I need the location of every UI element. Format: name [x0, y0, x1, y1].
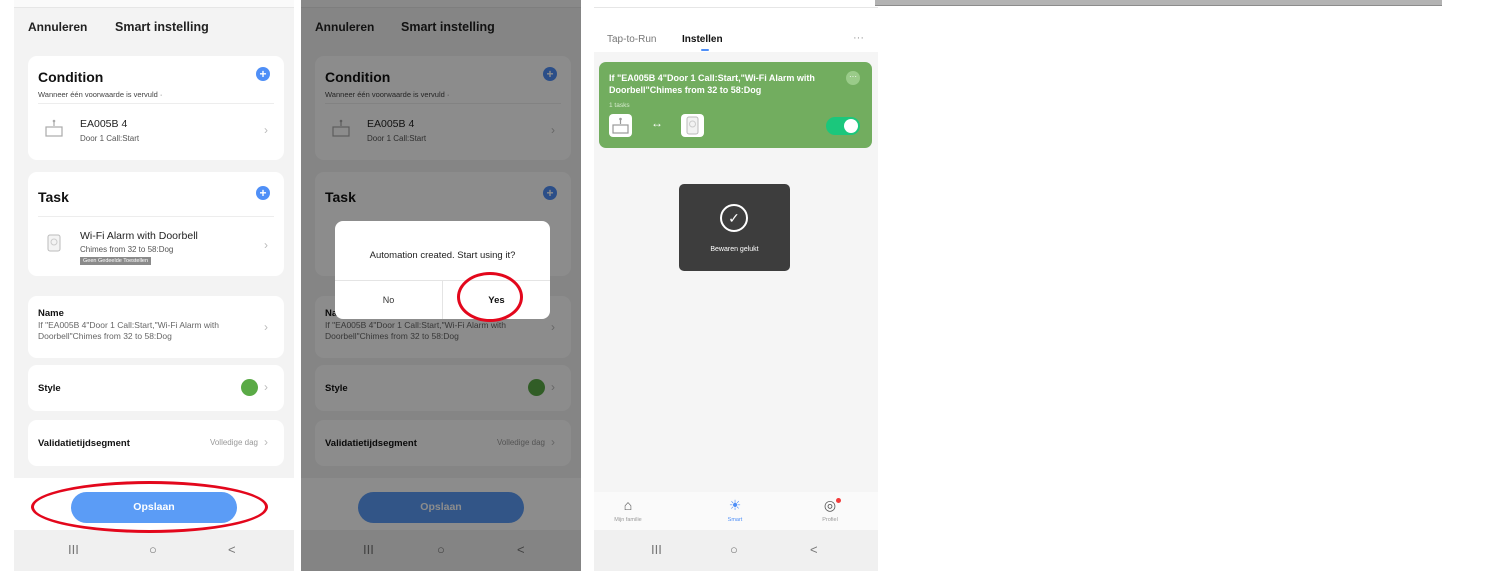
add-task-button[interactable]: + [256, 186, 270, 200]
system-nav-bar: III ○ < [14, 530, 294, 571]
add-condition-button[interactable]: + [256, 67, 270, 81]
chevron-right-icon: › [264, 320, 268, 334]
notification-dot [836, 498, 841, 503]
shared-devices-tag: Geen Gedeelde Toestellen [80, 257, 152, 265]
success-toast: ✓ Bewaren gelukt [679, 184, 790, 271]
home-icon[interactable]: ○ [730, 542, 738, 557]
no-button[interactable]: No [335, 295, 442, 305]
chevron-right-icon: › [264, 435, 268, 449]
header: Annuleren Smart instelling [14, 8, 294, 44]
validity-value: Volledige dag [209, 438, 258, 447]
chevron-right-icon: › [264, 238, 268, 252]
status-strip [594, 0, 878, 8]
automation-task-count: 1 tasks [609, 102, 630, 109]
dialog-message: Automation created. Start using it? [369, 250, 516, 261]
checkmark-icon: ✓ [720, 204, 748, 232]
style-row[interactable]: Style › [28, 365, 284, 411]
name-label: Name [38, 308, 64, 319]
back-icon[interactable]: < [228, 542, 236, 557]
task-title: Task [38, 189, 69, 205]
active-tab-indicator [701, 49, 709, 51]
doorbell-device-icon [681, 114, 704, 137]
tab-instellen[interactable]: Instellen [682, 34, 723, 45]
tab-smart[interactable]: ☀ Smart [705, 496, 765, 523]
tab-label: Mijn familie [614, 517, 642, 523]
name-row[interactable]: Name If "EA005B 4"Door 1 Call:Start,"Wi-… [28, 296, 284, 358]
divider [38, 216, 274, 217]
condition-note: Wanneer één voorwaarde is vervuld · [38, 90, 163, 99]
profile-icon: ◎ [823, 497, 837, 513]
validity-row[interactable]: Validatietijdsegment Volledige dag › [28, 420, 284, 466]
tab-tap-to-run[interactable]: Tap-to-Run [607, 34, 656, 45]
tab-profiel[interactable]: ◎ Profiel [800, 496, 860, 523]
highlight-circle [457, 272, 523, 322]
task-detail: Chimes from 32 to 58:Dog [80, 245, 174, 254]
bottom-tab-bar: ⌂ Mijn familie ☀ Smart ◎ Profiel [594, 492, 878, 530]
automation-card[interactable]: If "EA005B 4"Door 1 Call:Start,"Wi-Fi Al… [599, 62, 872, 148]
sun-icon: ☀ [728, 497, 742, 513]
back-icon[interactable]: < [810, 542, 818, 557]
intercom-device-icon [45, 119, 63, 137]
validity-label: Validatietijdsegment [38, 438, 130, 449]
gray-bar [875, 0, 1442, 6]
toast-message: Bewaren gelukt [710, 246, 759, 253]
style-label: Style [38, 383, 61, 394]
arrow-icon: ↔ [651, 116, 663, 130]
recent-apps-icon[interactable]: III [651, 542, 662, 557]
doorbell-device-icon [47, 234, 61, 252]
condition-card: Condition + Wanneer één voorwaarde is ve… [28, 56, 284, 160]
tab-label: Profiel [822, 517, 838, 523]
condition-detail: Door 1 Call:Start [80, 134, 140, 143]
more-icon[interactable]: ··· [853, 32, 864, 44]
home-icon: ⌂ [623, 497, 633, 513]
home-icon[interactable]: ○ [149, 542, 157, 557]
automation-toggle[interactable] [826, 117, 860, 135]
toggle-knob [844, 119, 858, 133]
automation-title: If "EA005B 4"Door 1 Call:Start,"Wi-Fi Al… [609, 73, 815, 95]
page-title: Smart instelling [115, 20, 209, 34]
task-card: Task + Wi-Fi Alarm with Doorbell Chimes … [28, 172, 284, 276]
name-value: If "EA005B 4"Door 1 Call:Start,"Wi-Fi Al… [38, 320, 219, 341]
intercom-device-icon [609, 114, 632, 137]
more-icon[interactable]: ··· [846, 71, 860, 85]
tab-mijn-familie[interactable]: ⌂ Mijn familie [598, 496, 658, 523]
status-strip [14, 0, 294, 8]
task-device: Wi-Fi Alarm with Doorbell [80, 230, 198, 242]
automation-list-screen: Tap-to-Run Instellen ··· If "EA005B 4"Do… [594, 0, 878, 571]
condition-device: EA005B 4 [80, 118, 128, 130]
highlight-circle [31, 481, 268, 533]
smart-settings-dialog-screen: Annuleren Smart instelling Condition + W… [301, 0, 581, 571]
recent-apps-icon[interactable]: III [68, 542, 79, 557]
top-tabs: Tap-to-Run Instellen ··· [594, 8, 878, 52]
chevron-right-icon: › [264, 380, 268, 394]
tab-label: Smart [727, 517, 743, 523]
chevron-right-icon: › [264, 123, 268, 137]
condition-title: Condition [38, 69, 104, 85]
style-color-swatch [241, 379, 258, 396]
system-nav-bar: III ○ < [594, 530, 878, 571]
divider [38, 103, 274, 104]
cancel-button[interactable]: Annuleren [28, 20, 87, 34]
